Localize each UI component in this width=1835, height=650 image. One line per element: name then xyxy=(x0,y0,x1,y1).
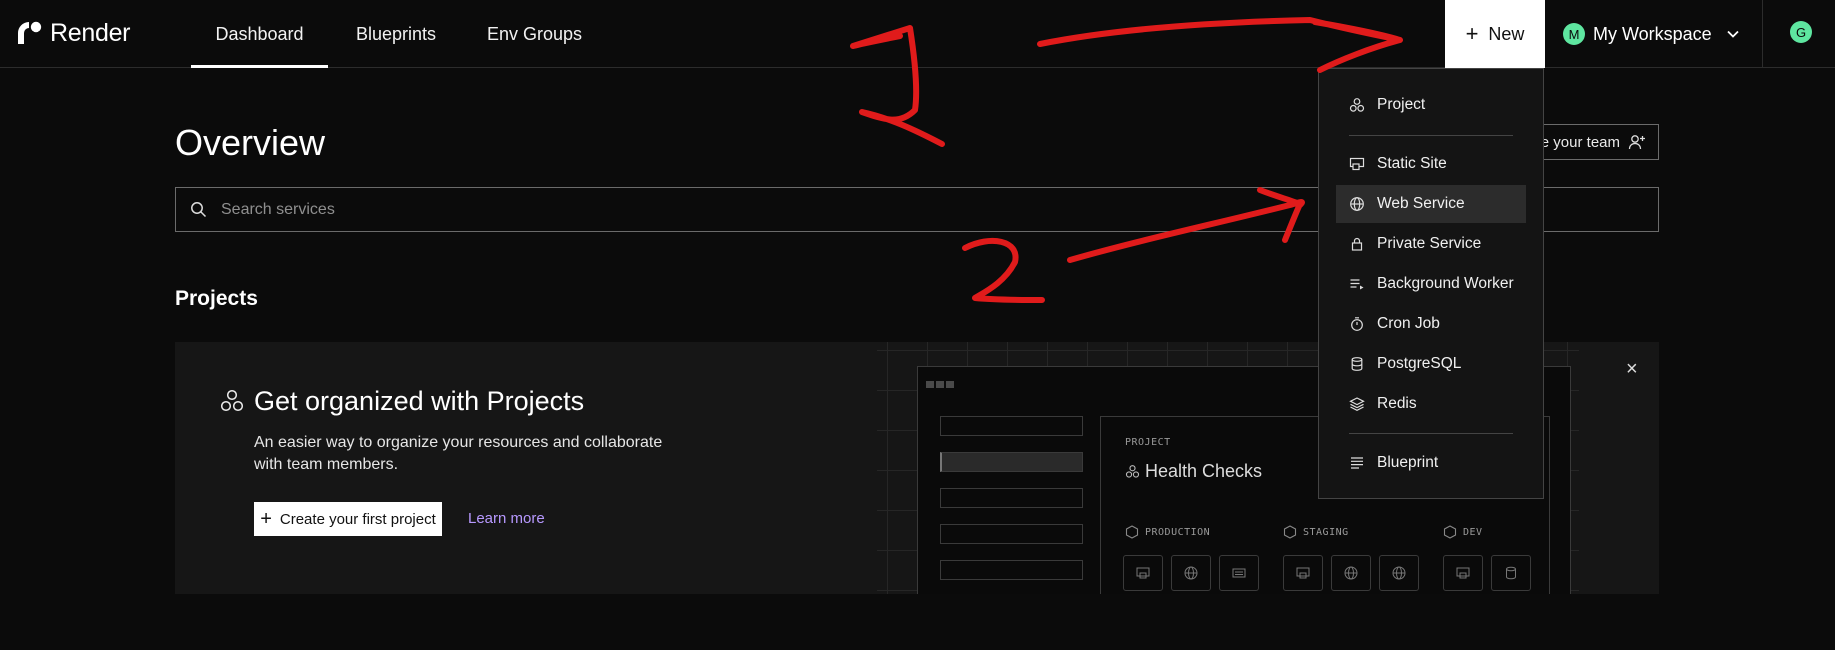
globe-icon xyxy=(1344,566,1358,580)
mock-service-tile xyxy=(1443,555,1483,591)
menu-item-postgresql[interactable]: PostgreSQL xyxy=(1336,345,1526,383)
learn-more-link[interactable]: Learn more xyxy=(468,510,545,527)
static-site-icon xyxy=(1136,567,1150,579)
mock-env-dev: DEV xyxy=(1443,525,1483,539)
mock-window-dots xyxy=(926,375,956,393)
mock-service-tile xyxy=(1491,555,1531,591)
mock-service-tile xyxy=(1171,555,1211,591)
blueprint-icon xyxy=(1351,457,1363,469)
mock-sidebar-row xyxy=(940,452,1083,472)
mock-project-name: Health Checks xyxy=(1145,461,1263,481)
keyboard-icon xyxy=(1232,568,1246,578)
tab-dashboard[interactable]: Dashboard xyxy=(191,0,328,68)
worker-icon xyxy=(1350,279,1364,290)
workspace-switcher[interactable]: M My Workspace xyxy=(1545,0,1762,68)
card-heading: Get organized with Projects xyxy=(254,386,585,416)
menu-item-private-service[interactable]: Private Service xyxy=(1336,225,1526,263)
menu-item-redis[interactable]: Redis xyxy=(1336,385,1526,423)
menu-item-project[interactable]: Project xyxy=(1336,86,1526,124)
tab-env-groups[interactable]: Env Groups xyxy=(487,0,582,68)
mock-sidebar-row xyxy=(940,560,1083,580)
search-icon xyxy=(191,202,207,218)
stopwatch-icon xyxy=(1351,317,1363,331)
mock-service-tile xyxy=(1123,555,1163,591)
lock-icon xyxy=(1351,237,1363,251)
mock-project-label: PROJECT xyxy=(1125,437,1171,448)
database-icon xyxy=(1351,357,1363,371)
menu-item-blueprint[interactable]: Blueprint xyxy=(1336,444,1526,482)
hexagon-icon xyxy=(1443,525,1457,539)
static-site-icon xyxy=(1349,157,1365,171)
plus-icon: + xyxy=(1465,21,1479,46)
menu-item-static-site[interactable]: Static Site xyxy=(1336,145,1526,183)
mock-service-tile xyxy=(1379,555,1419,591)
workspace-label: My Workspace xyxy=(1593,23,1712,44)
page-title: Overview xyxy=(175,122,326,163)
project-icon xyxy=(220,389,244,412)
mock-project-title: Health Checks xyxy=(1125,461,1262,482)
close-icon[interactable]: × xyxy=(1626,358,1638,381)
globe-icon xyxy=(1350,197,1364,211)
new-button[interactable]: + New xyxy=(1445,0,1545,68)
create-project-button[interactable]: + Create your first project xyxy=(254,502,442,536)
mock-service-tile xyxy=(1283,555,1323,591)
hexagon-icon xyxy=(1283,525,1297,539)
mock-sidebar-row xyxy=(940,416,1083,436)
project-icon xyxy=(1349,98,1365,112)
menu-item-cron-job[interactable]: Cron Job xyxy=(1336,305,1526,343)
static-site-icon xyxy=(1296,567,1310,579)
layers-icon xyxy=(1349,397,1365,411)
step-2-annotation xyxy=(962,237,1045,303)
chevron-down-icon xyxy=(1727,30,1739,38)
user-avatar[interactable]: G xyxy=(1790,21,1812,43)
add-user-icon xyxy=(1628,135,1645,150)
render-logo[interactable]: Render xyxy=(16,17,131,49)
mock-env-production: PRODUCTION xyxy=(1125,525,1210,539)
hexagon-icon xyxy=(1125,525,1139,539)
mock-service-tile xyxy=(1219,555,1259,591)
globe-icon xyxy=(1184,566,1198,580)
menu-divider xyxy=(1349,433,1513,434)
new-dropdown-menu: Project Static Site Web Service Private … xyxy=(1318,68,1544,499)
mock-sidebar-row xyxy=(940,524,1083,544)
render-logo-icon xyxy=(18,21,42,44)
menu-item-web-service[interactable]: Web Service xyxy=(1336,185,1526,223)
static-site-icon xyxy=(1456,567,1470,579)
menu-divider xyxy=(1349,135,1513,136)
database-icon xyxy=(1506,566,1516,580)
menu-item-background-worker[interactable]: Background Worker xyxy=(1336,265,1526,303)
globe-icon xyxy=(1392,566,1406,580)
create-project-label: Create your first project xyxy=(279,510,436,528)
project-icon xyxy=(1125,465,1140,478)
workspace-avatar: M xyxy=(1563,23,1585,45)
new-button-label: New xyxy=(1488,23,1525,44)
mock-sidebar-row xyxy=(940,488,1083,508)
projects-heading: Projects xyxy=(175,287,258,310)
brand-name: Render xyxy=(50,18,131,47)
top-nav-bar: Render Dashboard Blueprints Env Groups +… xyxy=(0,0,1835,68)
mock-service-tile xyxy=(1331,555,1371,591)
header-divider xyxy=(1762,0,1763,68)
tab-blueprints[interactable]: Blueprints xyxy=(356,0,436,68)
plus-icon: + xyxy=(260,508,272,530)
card-description: An easier way to organize your resources… xyxy=(254,434,663,473)
mock-env-staging: STAGING xyxy=(1283,525,1349,539)
